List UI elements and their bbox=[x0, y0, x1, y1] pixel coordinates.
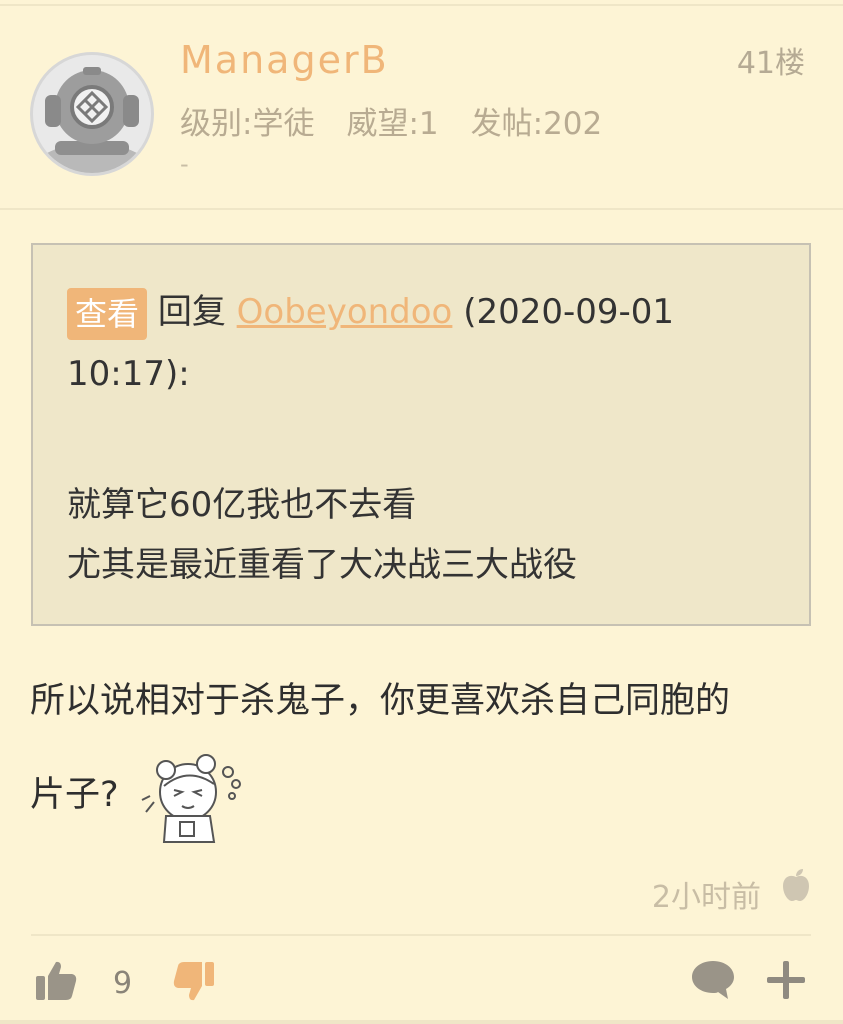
comment-bubble-icon[interactable] bbox=[690, 958, 736, 1002]
plus-icon[interactable] bbox=[764, 958, 808, 1002]
apple-icon bbox=[783, 869, 809, 901]
user-avatar[interactable] bbox=[30, 52, 154, 176]
quote-block: 查看 回复 Oobeyondoo (2020-09-01 10:17): 就算它… bbox=[31, 243, 811, 626]
post-content: 所以说相对于杀鬼子，你更喜欢杀自己同胞的 片子? bbox=[30, 656, 820, 846]
username[interactable]: ManagerB bbox=[180, 38, 389, 82]
quote-line: 就算它60亿我也不去看 bbox=[67, 485, 417, 525]
anime-girl-sweat-emoticon-icon bbox=[141, 754, 241, 843]
reply-label: 回复 bbox=[157, 292, 226, 332]
bottom-divider bbox=[0, 1020, 843, 1024]
user-meta: 级别:学徒 威望:1 发帖:202 bbox=[180, 98, 602, 143]
thumbs-up-icon[interactable] bbox=[34, 958, 78, 1002]
user-prestige: 威望:1 bbox=[346, 106, 439, 142]
user-level: 级别:学徒 bbox=[180, 106, 315, 142]
thumbs-down-icon[interactable] bbox=[172, 960, 216, 1004]
like-count: 9 bbox=[113, 966, 133, 1001]
floor-number: 41楼 bbox=[736, 46, 805, 81]
quote-body: 就算它60亿我也不去看 尤其是最近重看了大决战三大战役 bbox=[67, 475, 577, 595]
top-divider bbox=[0, 4, 843, 6]
header-divider bbox=[0, 208, 843, 210]
post-text-line: 片子? bbox=[30, 746, 820, 846]
view-quote-button[interactable]: 查看 bbox=[67, 287, 148, 340]
footer-divider bbox=[31, 934, 811, 936]
quoted-user-link[interactable]: Oobeyondoo bbox=[237, 292, 453, 332]
post-text-end: 片子? bbox=[30, 775, 119, 815]
user-post-count: 发帖:202 bbox=[470, 106, 603, 142]
post-time: 2小时前 bbox=[651, 880, 761, 915]
post-text-line: 所以说相对于杀鬼子，你更喜欢杀自己同胞的 bbox=[30, 681, 731, 721]
diving-helmet-icon bbox=[33, 55, 151, 173]
quote-line: 尤其是最近重看了大决战三大战役 bbox=[67, 545, 577, 585]
quote-header: 查看 回复 Oobeyondoo (2020-09-01 10:17): bbox=[67, 281, 787, 405]
post-card: ManagerB 41楼 级别:学徒 威望:1 发帖:202 - 查看 回复 O… bbox=[0, 0, 843, 1024]
user-signature: - bbox=[180, 150, 189, 178]
